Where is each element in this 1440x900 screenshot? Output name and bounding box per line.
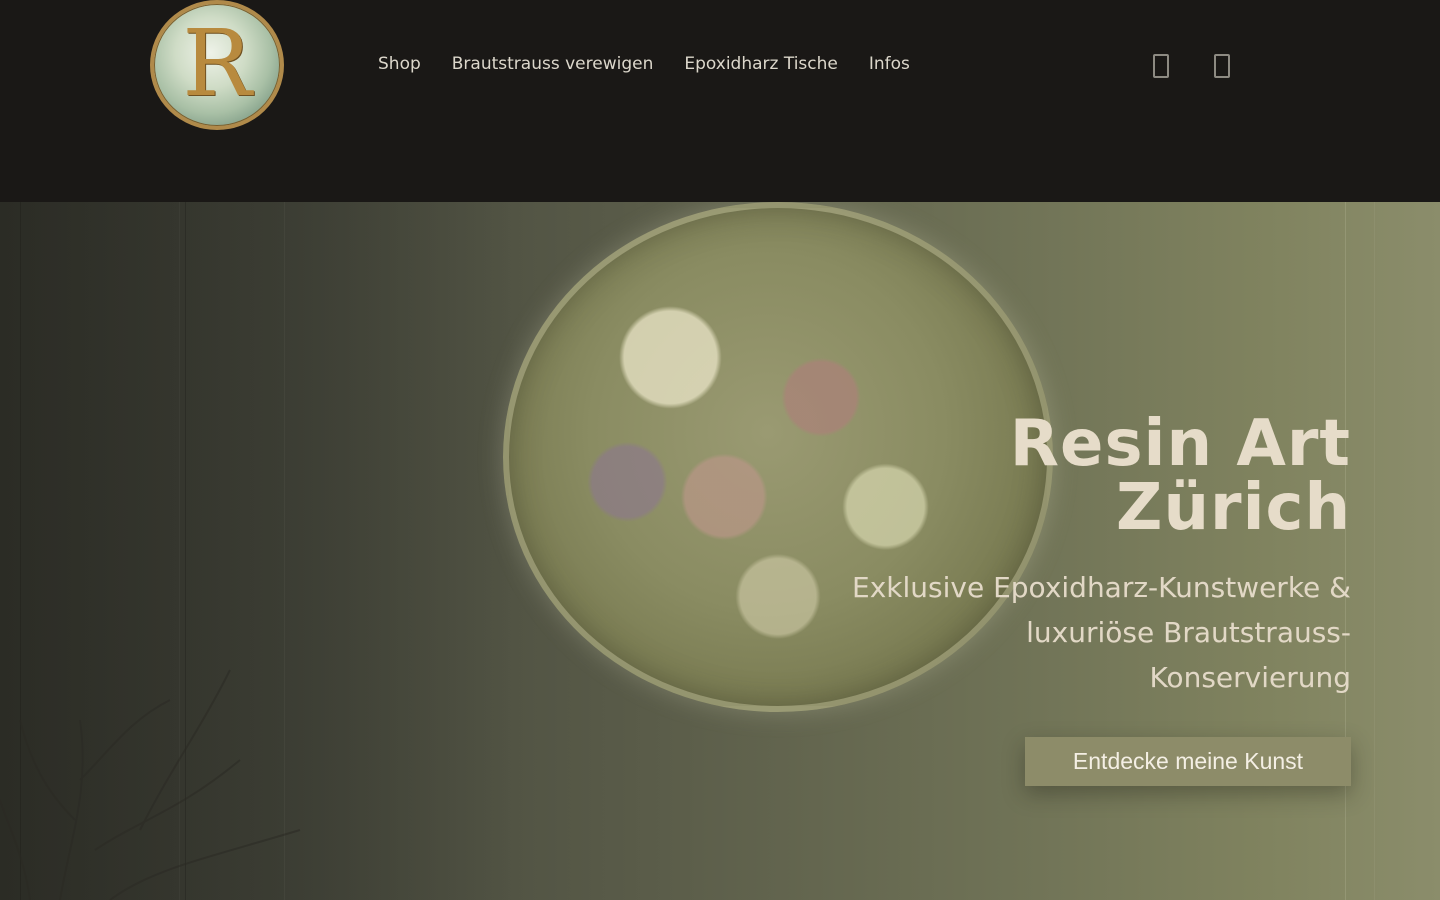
- nav-item-shop[interactable]: Shop: [378, 52, 421, 76]
- main-navigation: Shop Brautstrauss verewigen Epoxidharz T…: [378, 52, 910, 76]
- search-icon[interactable]: [1153, 54, 1169, 78]
- hero-text-block: Resin Art Zürich Exklusive Epoxidharz-Ku…: [831, 412, 1351, 700]
- site-header: R Shop Brautstrauss verewigen Epoxidharz…: [0, 0, 1440, 202]
- branches-decoration: [0, 669, 301, 900]
- discover-art-button[interactable]: Entdecke meine Kunst: [1025, 737, 1351, 786]
- hero-subtitle: Exklusive Epoxidharz-Kunstwerke & luxuri…: [852, 571, 1351, 694]
- logo-letter: R: [182, 10, 252, 117]
- hero-title: Resin Art Zürich: [1009, 407, 1351, 545]
- hero-section: Resin Art Zürich Exklusive Epoxidharz-Ku…: [0, 202, 1440, 900]
- nav-item-brautstrauss-verewigen[interactable]: Brautstrauss verewigen: [452, 52, 654, 76]
- nav-item-epoxidharz-tische[interactable]: Epoxidharz Tische: [684, 52, 838, 76]
- site-logo[interactable]: R: [150, 0, 284, 130]
- cart-icon[interactable]: [1214, 54, 1230, 78]
- nav-item-infos[interactable]: Infos: [869, 52, 910, 76]
